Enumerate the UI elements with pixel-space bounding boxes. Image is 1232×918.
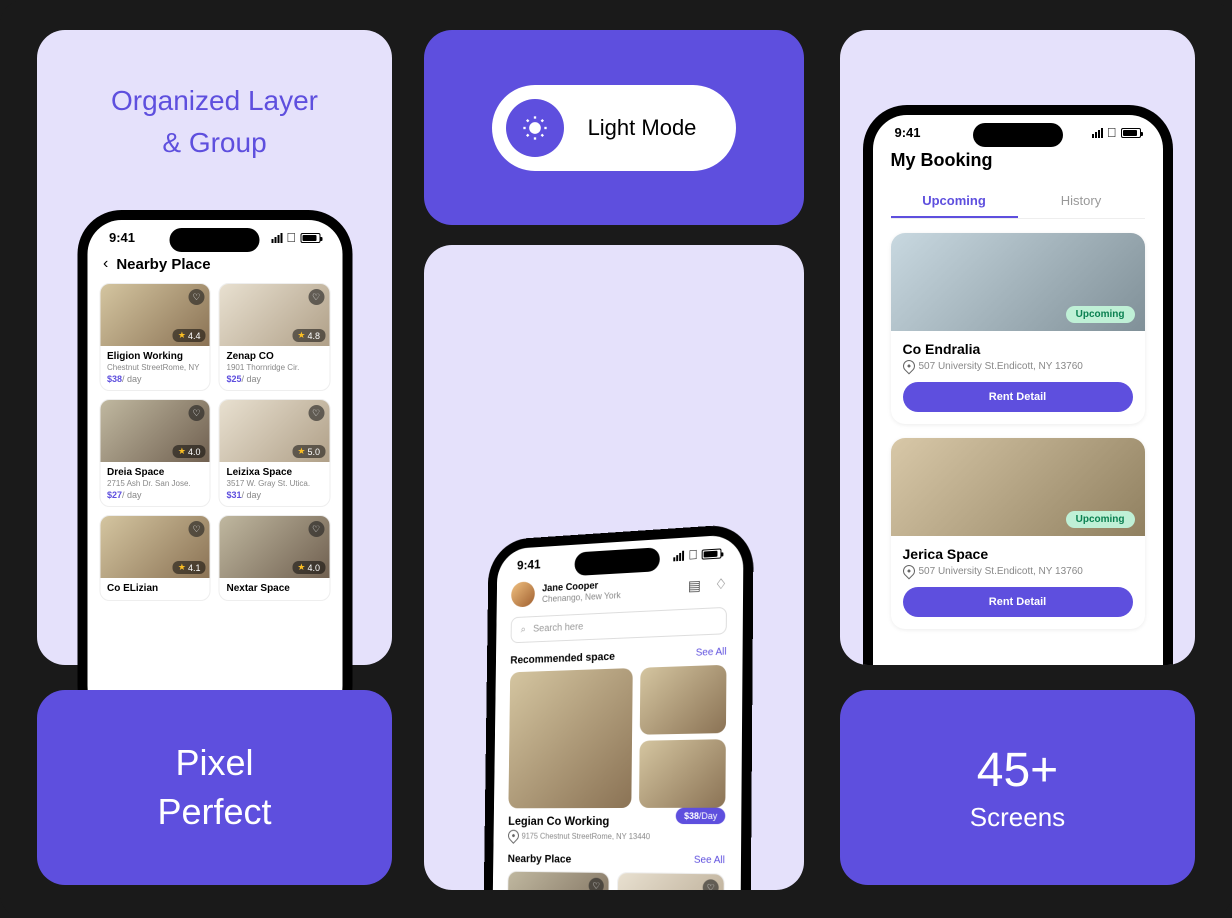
rec-thumb[interactable] [640,665,727,735]
heart-icon[interactable]: ♡ [189,521,205,537]
rec-thumb[interactable] [639,739,726,808]
rent-detail-button[interactable]: Rent Detail [903,382,1133,412]
status-time: 9:41 [517,557,541,573]
page-title: My Booking [873,144,1163,185]
light-mode-label: Light Mode [588,115,697,141]
booking-item[interactable]: Upcoming Co Endralia 507 University St.E… [891,233,1145,424]
signal-icon [271,233,282,243]
rating-badge: ★4.4 [173,329,206,342]
rating-badge: ★4.1 [173,561,206,574]
phone-nearby: 9:41 􀙇 ‹ Nearby Place ♡★4.4 Eligion Work… [77,210,352,730]
status-badge: Upcoming [1066,306,1135,323]
price-pill: $38/Day [676,808,725,824]
rent-detail-button[interactable]: Rent Detail [903,587,1133,617]
place-card[interactable]: ♡ Nemesis Work4140 Parker Rd. Allen [616,872,725,890]
signal-icon [674,550,685,561]
phone-booking: 9:41 􀙇 My Booking Upcoming History Upcom… [863,105,1173,665]
place-card[interactable]: ♡★4.0 Dreia Space2715 Ash Dr. San Jose.$… [99,399,211,507]
wifi-icon: 􀙇 [1107,125,1117,140]
place-card[interactable]: ♡★4.0 Nextar Space [219,515,331,601]
phone-home: 9:41 􀙇 Jane Cooper Chenango, New York ▤ [481,523,754,890]
recommended-title: Recommended space [510,651,615,667]
see-all-link[interactable]: See All [696,646,727,659]
pixel-perfect-label: PixelPerfect [157,739,271,836]
rating-badge: ★4.0 [292,561,325,574]
bell-icon[interactable]: ♢ [715,575,728,593]
light-mode-toggle[interactable]: Light Mode [492,85,737,171]
organized-layer-card: Organized Layer & Group 9:41 􀙇 ‹ Nearby … [37,30,392,665]
screens-count: 45+ [977,743,1058,798]
status-time: 9:41 [109,230,135,245]
heart-icon[interactable]: ♡ [189,405,205,421]
search-icon: ⌕ [521,624,526,635]
sun-icon [506,99,564,157]
heart-icon[interactable]: ♡ [189,289,205,305]
place-card[interactable]: ♡★4.2 Co Endralia507 University St Endic… [506,871,610,890]
place-card[interactable]: ♡★5.0 Leizixa Space3517 W. Gray St. Utic… [219,399,331,507]
back-icon[interactable]: ‹ [103,255,108,273]
rating-badge: ★5.0 [292,445,325,458]
avatar[interactable] [511,581,535,607]
heart-icon[interactable]: ♡ [308,289,324,305]
page-title: Nearby Place [116,256,210,273]
screens-label: Screens [970,802,1065,833]
heart-icon[interactable]: ♡ [589,878,604,890]
rec-image[interactable] [508,668,632,808]
rating-badge: ★4.8 [292,329,325,342]
signal-icon [1092,128,1103,138]
nearby-title: Nearby Place [508,853,572,865]
wifi-icon: 􀙇 [286,230,296,245]
search-placeholder: Search here [533,622,583,635]
place-card[interactable]: ♡★4.8 Zenap CO1901 Thornridge Cir.$25/ d… [219,283,331,391]
location-icon [900,358,917,375]
status-time: 9:41 [895,125,921,140]
tab-upcoming[interactable]: Upcoming [891,185,1018,218]
heart-icon[interactable]: ♡ [308,521,324,537]
rating-badge: ★4.0 [173,445,206,458]
wifi-icon: 􀙇 [688,547,698,563]
chat-icon[interactable]: ▤ [688,576,701,594]
battery-icon [1121,128,1141,138]
battery-icon [702,548,722,559]
organized-title: Organized Layer & Group [37,30,392,164]
heart-icon[interactable]: ♡ [703,879,719,890]
tab-history[interactable]: History [1018,185,1145,218]
pixel-perfect-card: PixelPerfect [37,690,392,885]
location-icon [506,827,521,844]
place-card[interactable]: ♡★4.1 Co ELizian [99,515,211,601]
booking-card: 9:41 􀙇 My Booking Upcoming History Upcom… [840,30,1195,665]
screens-count-card: 45+ Screens [840,690,1195,885]
location-icon [900,563,917,580]
see-all-link[interactable]: See All [694,855,725,868]
heart-icon[interactable]: ♡ [308,405,324,421]
home-preview-card: 9:41 􀙇 Jane Cooper Chenango, New York ▤ [424,245,804,890]
place-card[interactable]: ♡★4.4 Eligion WorkingChestnut StreetRome… [99,283,211,391]
booking-item[interactable]: Upcoming Jerica Space 507 University St.… [891,438,1145,629]
status-badge: Upcoming [1066,511,1135,528]
battery-icon [300,233,320,243]
light-mode-card: Light Mode [424,30,804,225]
